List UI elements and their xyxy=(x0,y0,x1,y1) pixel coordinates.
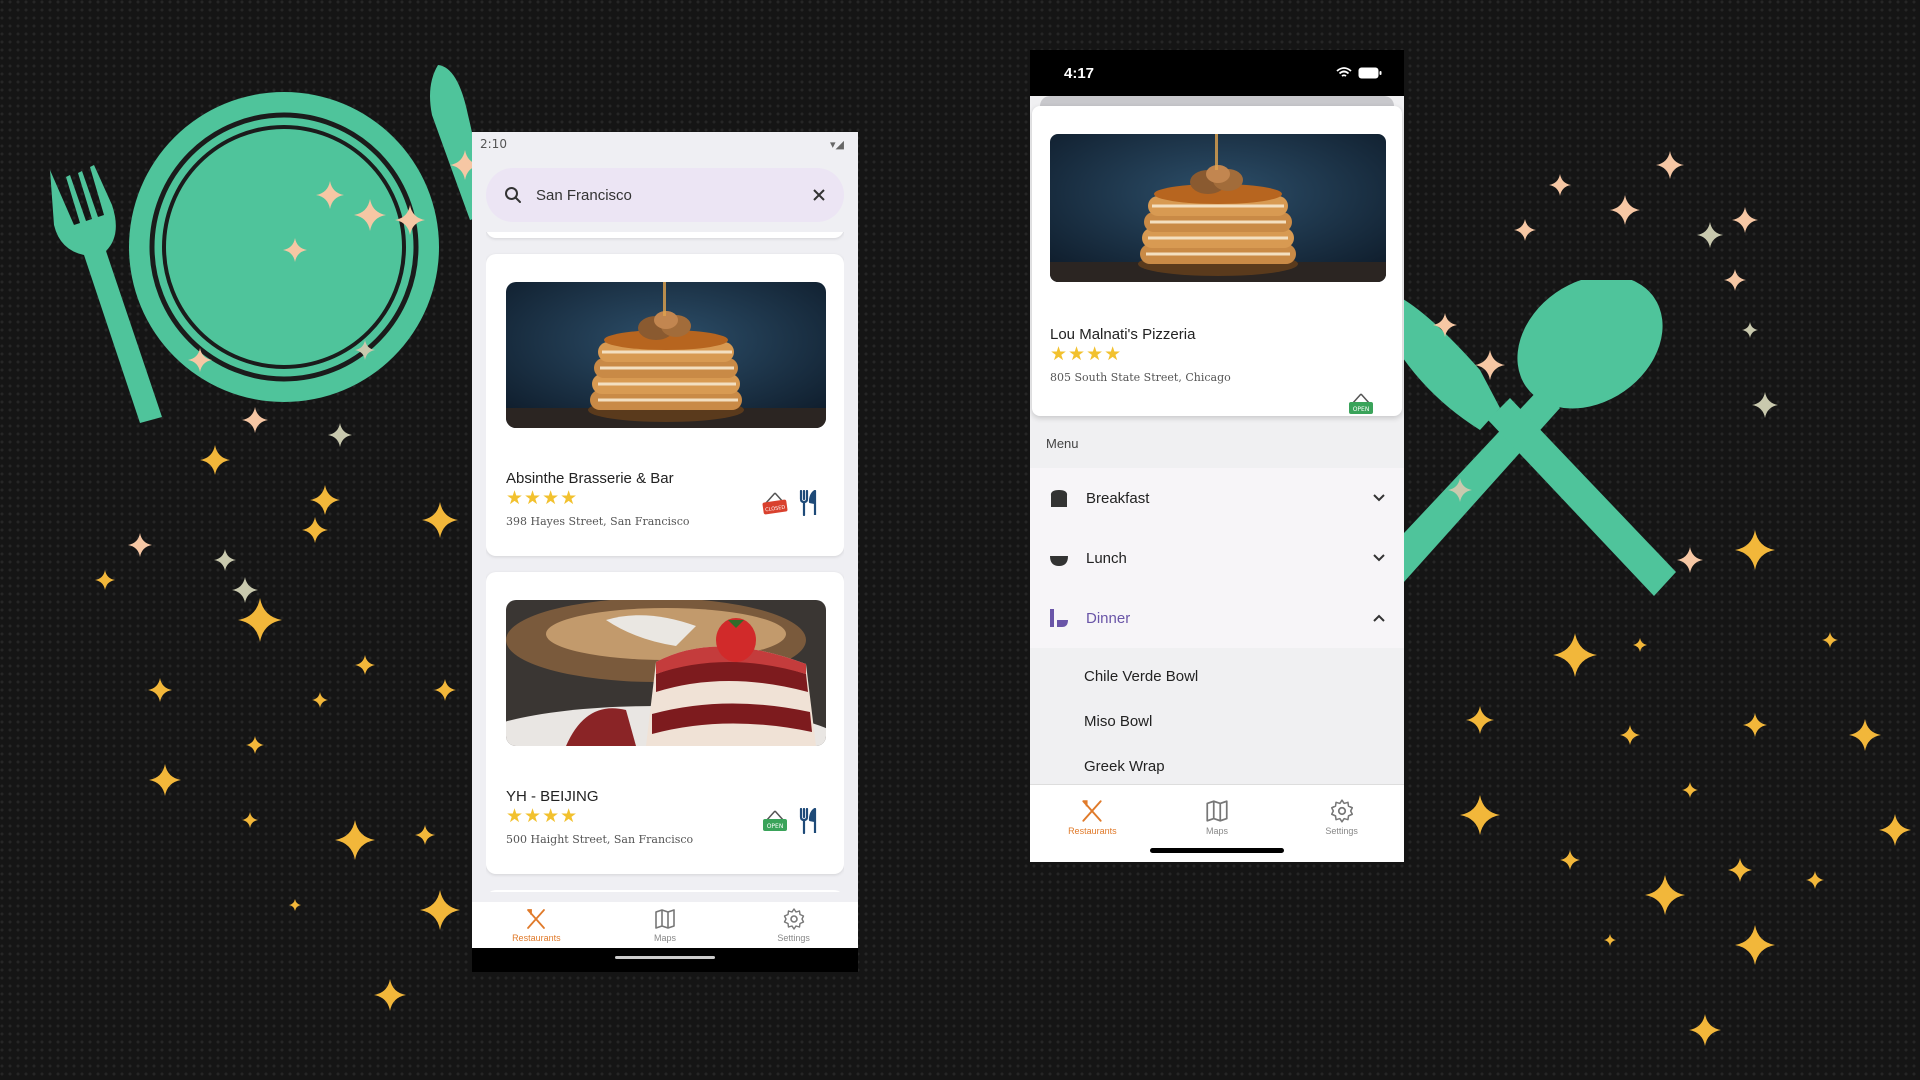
menu-section-label: Menu xyxy=(1046,436,1079,451)
ios-phone-screen: 4:17 Lou Malnati's Pizzeria ★★★★ 805 Sou… xyxy=(1030,50,1404,862)
nav-restaurants[interactable]: Restaurants xyxy=(1030,785,1155,848)
fork-knife-icon[interactable] xyxy=(798,808,820,834)
nav-settings[interactable]: Settings xyxy=(729,902,858,948)
nav-maps[interactable]: Maps xyxy=(601,902,730,948)
toast-icon xyxy=(1050,490,1068,507)
gesture-bar xyxy=(472,948,858,972)
bottom-navigation: Restaurants Maps Settings xyxy=(1030,784,1404,848)
fork-knife-icon[interactable] xyxy=(798,490,820,516)
home-indicator xyxy=(1150,848,1284,853)
restaurant-card[interactable]: Absinthe Brasserie & Bar ★★★★ 398 Hayes … xyxy=(486,254,844,556)
wifi-battery-icon xyxy=(1336,67,1382,79)
search-bar[interactable]: San Francisco xyxy=(486,168,844,222)
search-icon xyxy=(505,187,521,203)
open-sign-icon: OPEN xyxy=(1349,393,1373,414)
restaurant-detail-card: Lou Malnati's Pizzeria ★★★★ 805 South St… xyxy=(1032,106,1402,416)
accordion-breakfast[interactable]: Breakfast xyxy=(1030,468,1404,528)
status-bar: 2:10 ▾◢ xyxy=(472,132,858,156)
dinner-icon xyxy=(1050,609,1068,627)
nav-label: Settings xyxy=(1325,825,1358,836)
restaurant-address: 500 Haight Street, San Francisco xyxy=(506,833,694,846)
restaurant-image-cake xyxy=(506,600,826,746)
open-sign-icon: OPEN xyxy=(763,810,787,831)
restaurant-address: 805 South State Street, Chicago xyxy=(1050,371,1231,384)
crossed-knife-spoon-illustration xyxy=(1360,280,1676,602)
nav-settings[interactable]: Settings xyxy=(1279,785,1404,848)
gear-icon xyxy=(1330,798,1353,823)
search-input[interactable]: San Francisco xyxy=(536,187,798,204)
restaurant-name: YH - BEIJING xyxy=(506,788,599,805)
accordion-label: Dinner xyxy=(1086,609,1131,627)
nav-label: Maps xyxy=(654,933,677,943)
chevron-down-icon xyxy=(1373,494,1385,502)
restaurant-image-pancakes xyxy=(506,282,826,428)
bowl-icon xyxy=(1050,556,1068,566)
status-bar: 4:17 xyxy=(1030,50,1404,96)
gear-icon xyxy=(783,908,804,930)
accordion-lunch[interactable]: Lunch xyxy=(1030,528,1404,588)
bottom-navigation: Restaurants Maps Settings xyxy=(472,902,858,948)
chevron-down-icon xyxy=(1373,554,1385,562)
status-sign-text: OPEN xyxy=(1353,406,1370,413)
utensils-crossed-icon xyxy=(1082,799,1102,822)
restaurant-name: Lou Malnati's Pizzeria xyxy=(1050,326,1196,343)
map-icon xyxy=(1206,799,1228,822)
map-icon xyxy=(655,909,675,929)
nav-restaurants[interactable]: Restaurants xyxy=(472,902,601,948)
nav-label: Settings xyxy=(777,933,810,943)
list-item-previous xyxy=(486,232,844,238)
signal-wifi-icon: ▾◢ xyxy=(830,137,844,151)
restaurant-list[interactable]: Absinthe Brasserie & Bar ★★★★ 398 Hayes … xyxy=(486,232,844,892)
chevron-up-icon xyxy=(1373,614,1385,622)
nav-label: Restaurants xyxy=(1068,825,1117,836)
accordion-label: Breakfast xyxy=(1086,489,1150,507)
restaurant-name: Absinthe Brasserie & Bar xyxy=(506,470,674,487)
menu-item[interactable]: Miso Bowl xyxy=(1030,699,1404,744)
nav-maps[interactable]: Maps xyxy=(1155,785,1280,848)
restaurant-image-pancakes xyxy=(1050,134,1386,282)
plate-fork-knife-illustration xyxy=(50,65,486,423)
list-item-next xyxy=(486,890,844,892)
rating-stars: ★★★★ xyxy=(1050,344,1123,365)
closed-sign-icon: CLOSED xyxy=(762,492,788,515)
sparkles-decoration xyxy=(95,150,1911,1046)
accordion-dinner[interactable]: Dinner xyxy=(1030,588,1404,648)
android-phone-screen: 2:10 ▾◢ San Francisco Absinthe Brasserie… xyxy=(472,132,858,972)
restaurant-address: 398 Hayes Street, San Francisco xyxy=(506,515,690,528)
status-time: 2:10 xyxy=(480,137,507,151)
menu-item[interactable]: Chile Verde Bowl xyxy=(1030,654,1404,699)
nav-label: Restaurants xyxy=(512,933,561,943)
status-time: 4:17 xyxy=(1064,64,1095,82)
menu-item[interactable]: Greek Wrap xyxy=(1030,744,1404,789)
close-icon[interactable] xyxy=(812,188,826,202)
nav-label: Maps xyxy=(1206,825,1229,836)
accordion-label: Lunch xyxy=(1086,549,1127,567)
status-sign-text: OPEN xyxy=(767,823,784,830)
restaurant-card[interactable]: YH - BEIJING ★★★★ 500 Haight Street, San… xyxy=(486,572,844,874)
utensils-crossed-icon xyxy=(527,909,546,929)
